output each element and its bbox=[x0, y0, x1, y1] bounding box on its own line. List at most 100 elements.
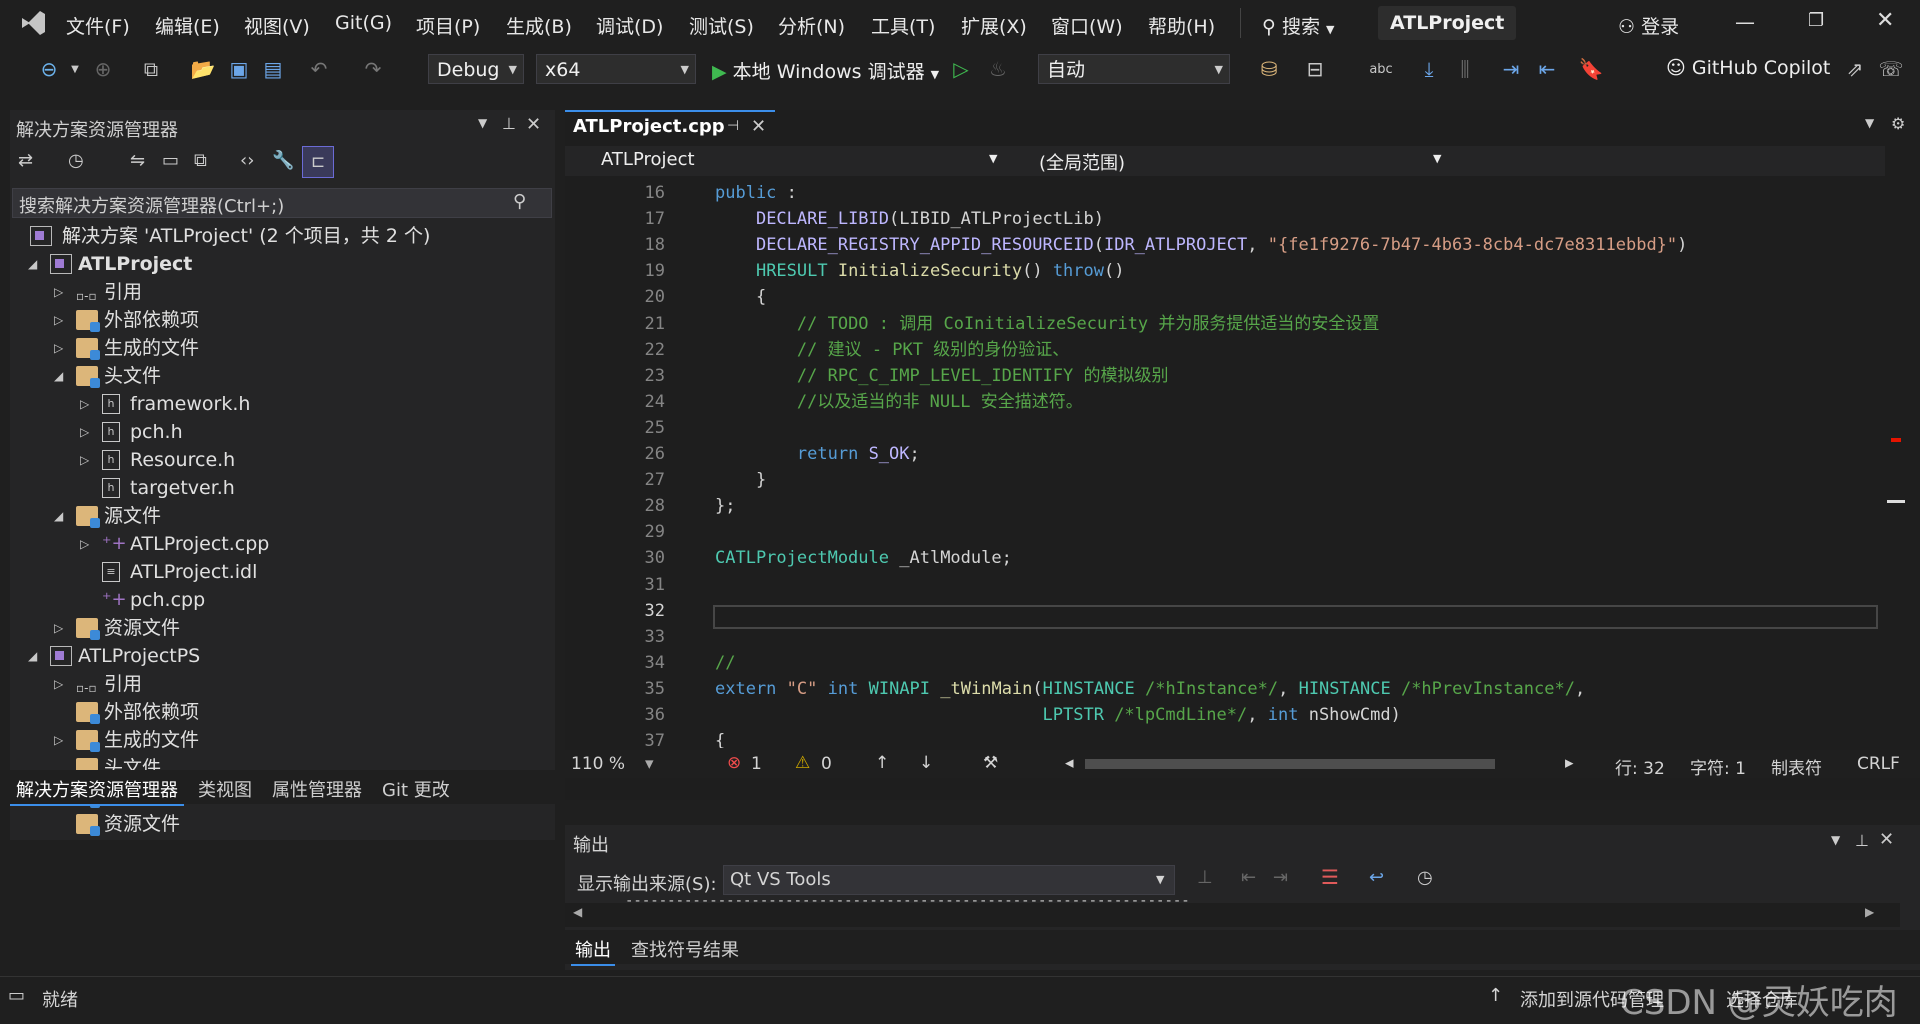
find-message-icon[interactable]: ⊥ bbox=[1197, 867, 1213, 888]
switch-view-icon[interactable]: ⇋ bbox=[130, 150, 145, 171]
spellcheck-icon[interactable]: abc bbox=[1368, 56, 1394, 82]
pin-icon[interactable]: ⊥ bbox=[502, 114, 516, 133]
chevron-down-icon[interactable]: ▼ bbox=[62, 56, 88, 82]
save-all-icon[interactable]: ▤ bbox=[260, 56, 286, 82]
menu-view[interactable]: 视图(V) bbox=[244, 12, 310, 39]
code-area[interactable]: 16 public : 17 DECLARE_LIBID(LIBID_ATLProj… bbox=[565, 180, 1880, 748]
menu-file[interactable]: 文件(F) bbox=[66, 12, 130, 39]
forward-icon[interactable]: ⊕ bbox=[90, 56, 116, 82]
tab-class-view[interactable]: 类视图 bbox=[198, 776, 252, 802]
code-line[interactable]: CATLProjectModule _AtlModule; bbox=[715, 545, 1012, 571]
line-ending[interactable]: CRLF bbox=[1857, 754, 1900, 774]
char-position[interactable]: 字符: 1 bbox=[1690, 754, 1746, 779]
code-line[interactable]: }; bbox=[715, 493, 735, 519]
expand-icon[interactable]: ◢ bbox=[28, 250, 42, 278]
expand-icon[interactable]: ▷ bbox=[54, 726, 68, 754]
auto-select[interactable]: 自动 ▼ bbox=[1038, 54, 1230, 84]
layout-icon[interactable]: ⊟ bbox=[1302, 56, 1328, 82]
outdent-icon[interactable]: ⇤ bbox=[1534, 56, 1560, 82]
login-button[interactable]: ⚇ 登录 bbox=[1618, 12, 1679, 39]
code-line[interactable]: return S_OK; bbox=[715, 441, 920, 467]
hot-reload-icon[interactable]: ♨ bbox=[985, 56, 1011, 82]
expand-icon[interactable]: ▷ bbox=[80, 446, 94, 474]
project-scope-select[interactable]: ATLProject ▼ bbox=[567, 148, 1007, 174]
arrow-down-icon[interactable]: ↓ bbox=[919, 753, 933, 773]
global-scope-select[interactable]: (全局范围) ▼ bbox=[1017, 148, 1457, 174]
code-line[interactable]: //以及适当的非 NULL 安全描述符。 bbox=[715, 389, 1083, 415]
expand-icon[interactable]: ▷ bbox=[54, 306, 68, 334]
tab-solution-explorer[interactable]: 解决方案资源管理器 bbox=[10, 774, 184, 806]
arrow-up-icon[interactable]: ↑ bbox=[875, 753, 889, 773]
code-line[interactable]: extern "C" int WINAPI _tWinMain(HINSTANC… bbox=[715, 676, 1585, 702]
code-line[interactable]: DECLARE_LIBID(LIBID_ATLProjectLib) bbox=[715, 206, 1104, 232]
expand-icon[interactable]: ▷ bbox=[80, 390, 94, 418]
pin-icon[interactable]: ⊥ bbox=[1855, 831, 1869, 850]
code-line[interactable]: { bbox=[715, 728, 725, 748]
tab-git-changes[interactable]: Git 更改 bbox=[382, 776, 450, 802]
tab-property-manager[interactable]: 属性管理器 bbox=[272, 776, 362, 802]
code-line[interactable]: } bbox=[715, 467, 766, 493]
code-line[interactable]: LPTSTR /*lpCmdLine*/, int nShowCmd) bbox=[715, 702, 1401, 728]
clock-icon[interactable]: ◷ bbox=[1417, 867, 1433, 888]
show-all-icon[interactable]: ⧉ bbox=[194, 150, 207, 171]
menu-analyze[interactable]: 分析(N) bbox=[778, 12, 845, 39]
chevron-down-icon[interactable]: ▼ bbox=[1865, 116, 1874, 130]
bookmark-icon[interactable]: 🔖 bbox=[1578, 56, 1604, 82]
search-box[interactable]: ⚲ 搜索 ▼ bbox=[1262, 12, 1335, 39]
share-icon[interactable]: ⇗ bbox=[1842, 56, 1868, 82]
expand-icon[interactable]: ▷ bbox=[80, 418, 94, 446]
code-line[interactable]: // RPC_C_IMP_LEVEL_IDENTIFY 的模拟级别 bbox=[715, 363, 1169, 389]
gear-icon[interactable]: ⚙ bbox=[1891, 114, 1905, 133]
restore-button[interactable]: ❐ bbox=[1808, 10, 1824, 31]
tab-find-symbol-results[interactable]: 查找符号结果 bbox=[631, 936, 739, 962]
expand-icon[interactable]: ◢ bbox=[54, 362, 68, 390]
config-select[interactable]: Debug ▼ bbox=[428, 54, 524, 84]
scroll-left-icon[interactable]: ◂ bbox=[1065, 753, 1074, 773]
close-icon[interactable]: ✕ bbox=[751, 116, 766, 137]
step-icon[interactable]: ⤓ bbox=[1416, 56, 1442, 82]
menu-window[interactable]: 窗口(W) bbox=[1051, 12, 1123, 39]
redo-icon[interactable]: ↷ bbox=[360, 56, 386, 82]
collapse-icon[interactable]: ▭ bbox=[162, 150, 179, 171]
close-icon[interactable]: ✕ bbox=[1879, 829, 1894, 850]
close-icon[interactable]: ✕ bbox=[526, 114, 541, 135]
new-item-icon[interactable]: ⧉ bbox=[138, 56, 164, 82]
line-position[interactable]: 行: 32 bbox=[1615, 754, 1665, 779]
platform-select[interactable]: x64 ▼ bbox=[536, 54, 696, 84]
code-line[interactable]: public : bbox=[715, 180, 797, 206]
indent-icon[interactable]: ⇥ bbox=[1498, 56, 1524, 82]
zoom-level[interactable]: 110 % bbox=[571, 754, 625, 774]
warning-count[interactable]: 0 bbox=[821, 754, 832, 774]
next-message-icon[interactable]: ⇥ bbox=[1273, 867, 1288, 888]
align-icon[interactable]: ⫼ bbox=[1452, 56, 1478, 82]
cleanup-icon[interactable]: ⚒ bbox=[983, 753, 998, 773]
expand-icon[interactable]: ▷ bbox=[54, 278, 68, 306]
error-count[interactable]: 1 bbox=[751, 754, 762, 774]
properties-icon[interactable]: 🔧 bbox=[272, 150, 294, 171]
expand-icon[interactable]: ▷ bbox=[54, 614, 68, 642]
indent-mode[interactable]: 制表符 bbox=[1771, 754, 1822, 779]
start-debugger-button[interactable]: ▶ 本地 Windows 调试器 ▼ bbox=[712, 57, 939, 84]
tab-output[interactable]: 输出 bbox=[571, 934, 615, 966]
output-source-select[interactable]: Qt VS Tools ▼ bbox=[723, 865, 1175, 895]
prev-message-icon[interactable]: ⇤ bbox=[1241, 867, 1256, 888]
menu-debug[interactable]: 调试(D) bbox=[596, 12, 663, 39]
code-line[interactable]: // bbox=[715, 650, 735, 676]
expand-icon[interactable]: ▷ bbox=[54, 670, 68, 698]
chevron-down-icon[interactable]: ▼ bbox=[478, 116, 487, 130]
open-folder-icon[interactable]: 📂 bbox=[190, 56, 216, 82]
menu-git[interactable]: Git(G) bbox=[335, 12, 392, 34]
expand-icon[interactable]: ▷ bbox=[80, 530, 94, 558]
code-line[interactable]: // 建议 - PKT 级别的身份验证、 bbox=[715, 337, 1069, 363]
chevron-down-icon[interactable]: ▼ bbox=[1831, 833, 1840, 847]
clear-all-icon[interactable]: ☰ bbox=[1321, 865, 1339, 889]
code-line[interactable]: { bbox=[715, 284, 766, 310]
preview-icon[interactable]: ⊏ bbox=[302, 146, 334, 178]
vertical-scrollbar[interactable] bbox=[1887, 180, 1905, 748]
menu-tools[interactable]: 工具(T) bbox=[871, 12, 935, 39]
tab-atlproject-cpp[interactable]: ATLProject.cpp ⊣ ✕ bbox=[565, 110, 775, 144]
code-icon[interactable]: ‹› bbox=[240, 150, 254, 171]
code-line[interactable]: DECLARE_REGISTRY_APPID_RESOURCEID(IDR_AT… bbox=[715, 232, 1687, 258]
word-wrap-icon[interactable]: ↩ bbox=[1369, 867, 1384, 888]
menu-build[interactable]: 生成(B) bbox=[506, 12, 572, 39]
